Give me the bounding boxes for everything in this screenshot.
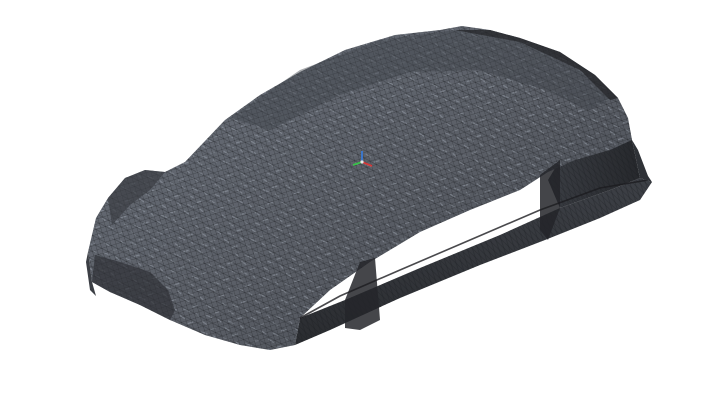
car-mesh-model[interactable] (0, 0, 701, 412)
3d-viewport[interactable] (0, 0, 701, 412)
